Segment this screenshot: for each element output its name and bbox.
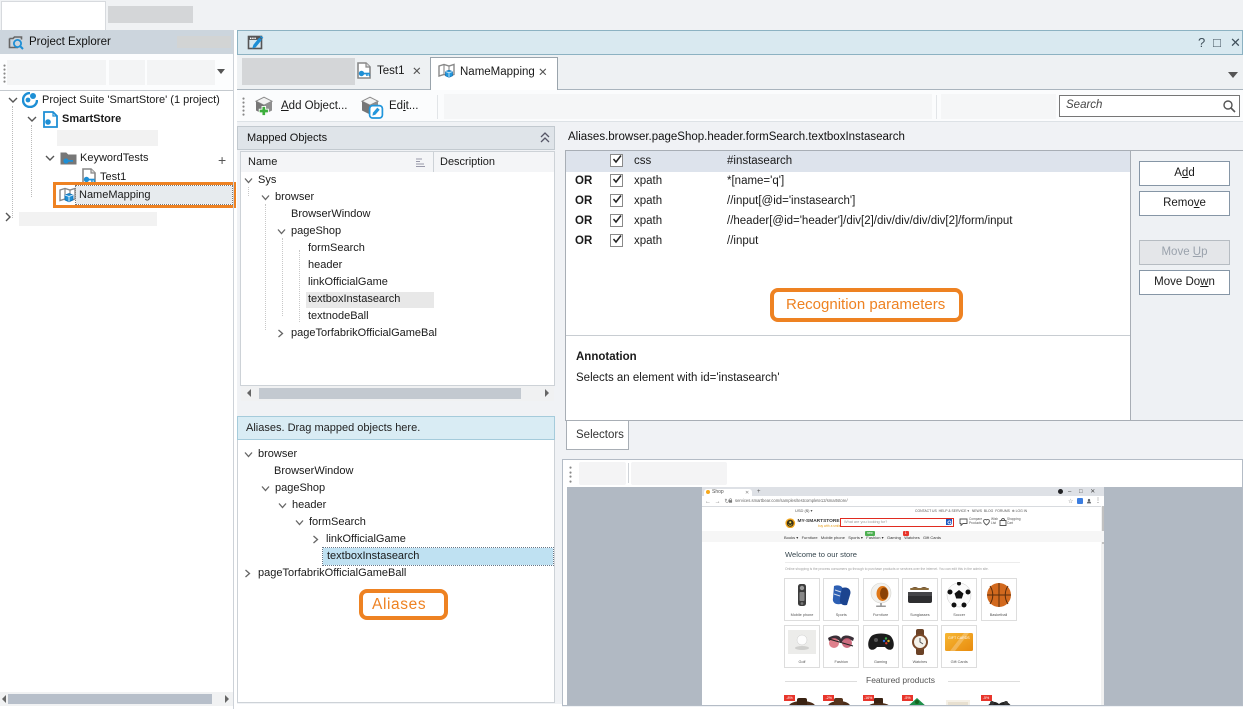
svg-text:GIFT CARDS: GIFT CARDS	[948, 636, 970, 640]
